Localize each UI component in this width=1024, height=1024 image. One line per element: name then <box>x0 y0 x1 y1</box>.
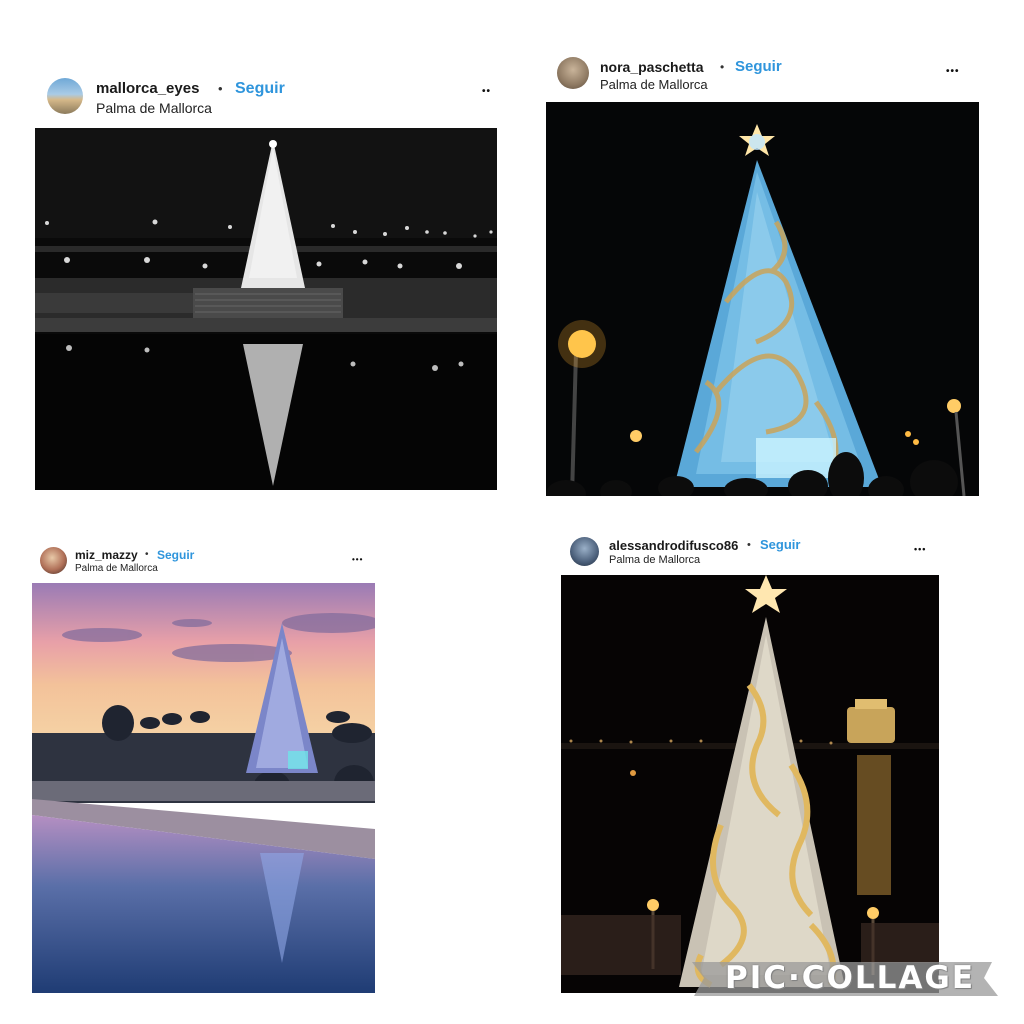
location-label[interactable]: Palma de Mallorca <box>96 100 212 116</box>
separator-dot: • <box>720 60 725 74</box>
more-options-icon[interactable]: ••• <box>352 555 363 564</box>
separator-dot: • <box>218 81 223 96</box>
more-options-icon[interactable]: ••• <box>946 66 960 77</box>
location-label[interactable]: Palma de Mallorca <box>75 563 158 574</box>
post-photo <box>561 575 939 993</box>
avatar[interactable] <box>47 78 83 114</box>
post-photo <box>546 102 979 496</box>
username[interactable]: miz_mazzy <box>75 548 138 562</box>
follow-button[interactable]: Seguir <box>735 58 782 75</box>
location-label[interactable]: Palma de Mallorca <box>609 554 700 566</box>
follow-button[interactable]: Seguir <box>760 537 800 552</box>
follow-button[interactable]: Seguir <box>235 80 285 98</box>
more-options-icon[interactable]: •• <box>482 86 491 97</box>
username[interactable]: mallorca_eyes <box>96 80 199 97</box>
post-miz-mazzy: miz_mazzy • Seguir Palma de Mallorca ••• <box>32 540 376 994</box>
location-label[interactable]: Palma de Mallorca <box>600 77 708 92</box>
username[interactable]: nora_paschetta <box>600 59 703 75</box>
follow-button[interactable]: Seguir <box>157 548 194 562</box>
post-alessandrodifusco86: alessandrodifusco86 • Seguir Palma de Ma… <box>560 532 942 994</box>
post-photo <box>35 128 497 490</box>
avatar[interactable] <box>557 57 589 89</box>
post-photo <box>32 583 375 993</box>
avatar[interactable] <box>40 547 67 574</box>
separator-dot: • <box>145 549 149 560</box>
separator-dot: • <box>747 539 751 551</box>
post-nora-paschetta: nora_paschetta • Seguir Palma de Mallorc… <box>546 52 980 498</box>
post-mallorca-eyes: mallorca_eyes • Seguir Palma de Mallorca… <box>34 72 500 492</box>
username[interactable]: alessandrodifusco86 <box>609 538 738 553</box>
pic-collage-watermark: PIC·COLLAGE <box>724 960 975 996</box>
avatar[interactable] <box>570 537 599 566</box>
more-options-icon[interactable]: ••• <box>914 544 926 554</box>
